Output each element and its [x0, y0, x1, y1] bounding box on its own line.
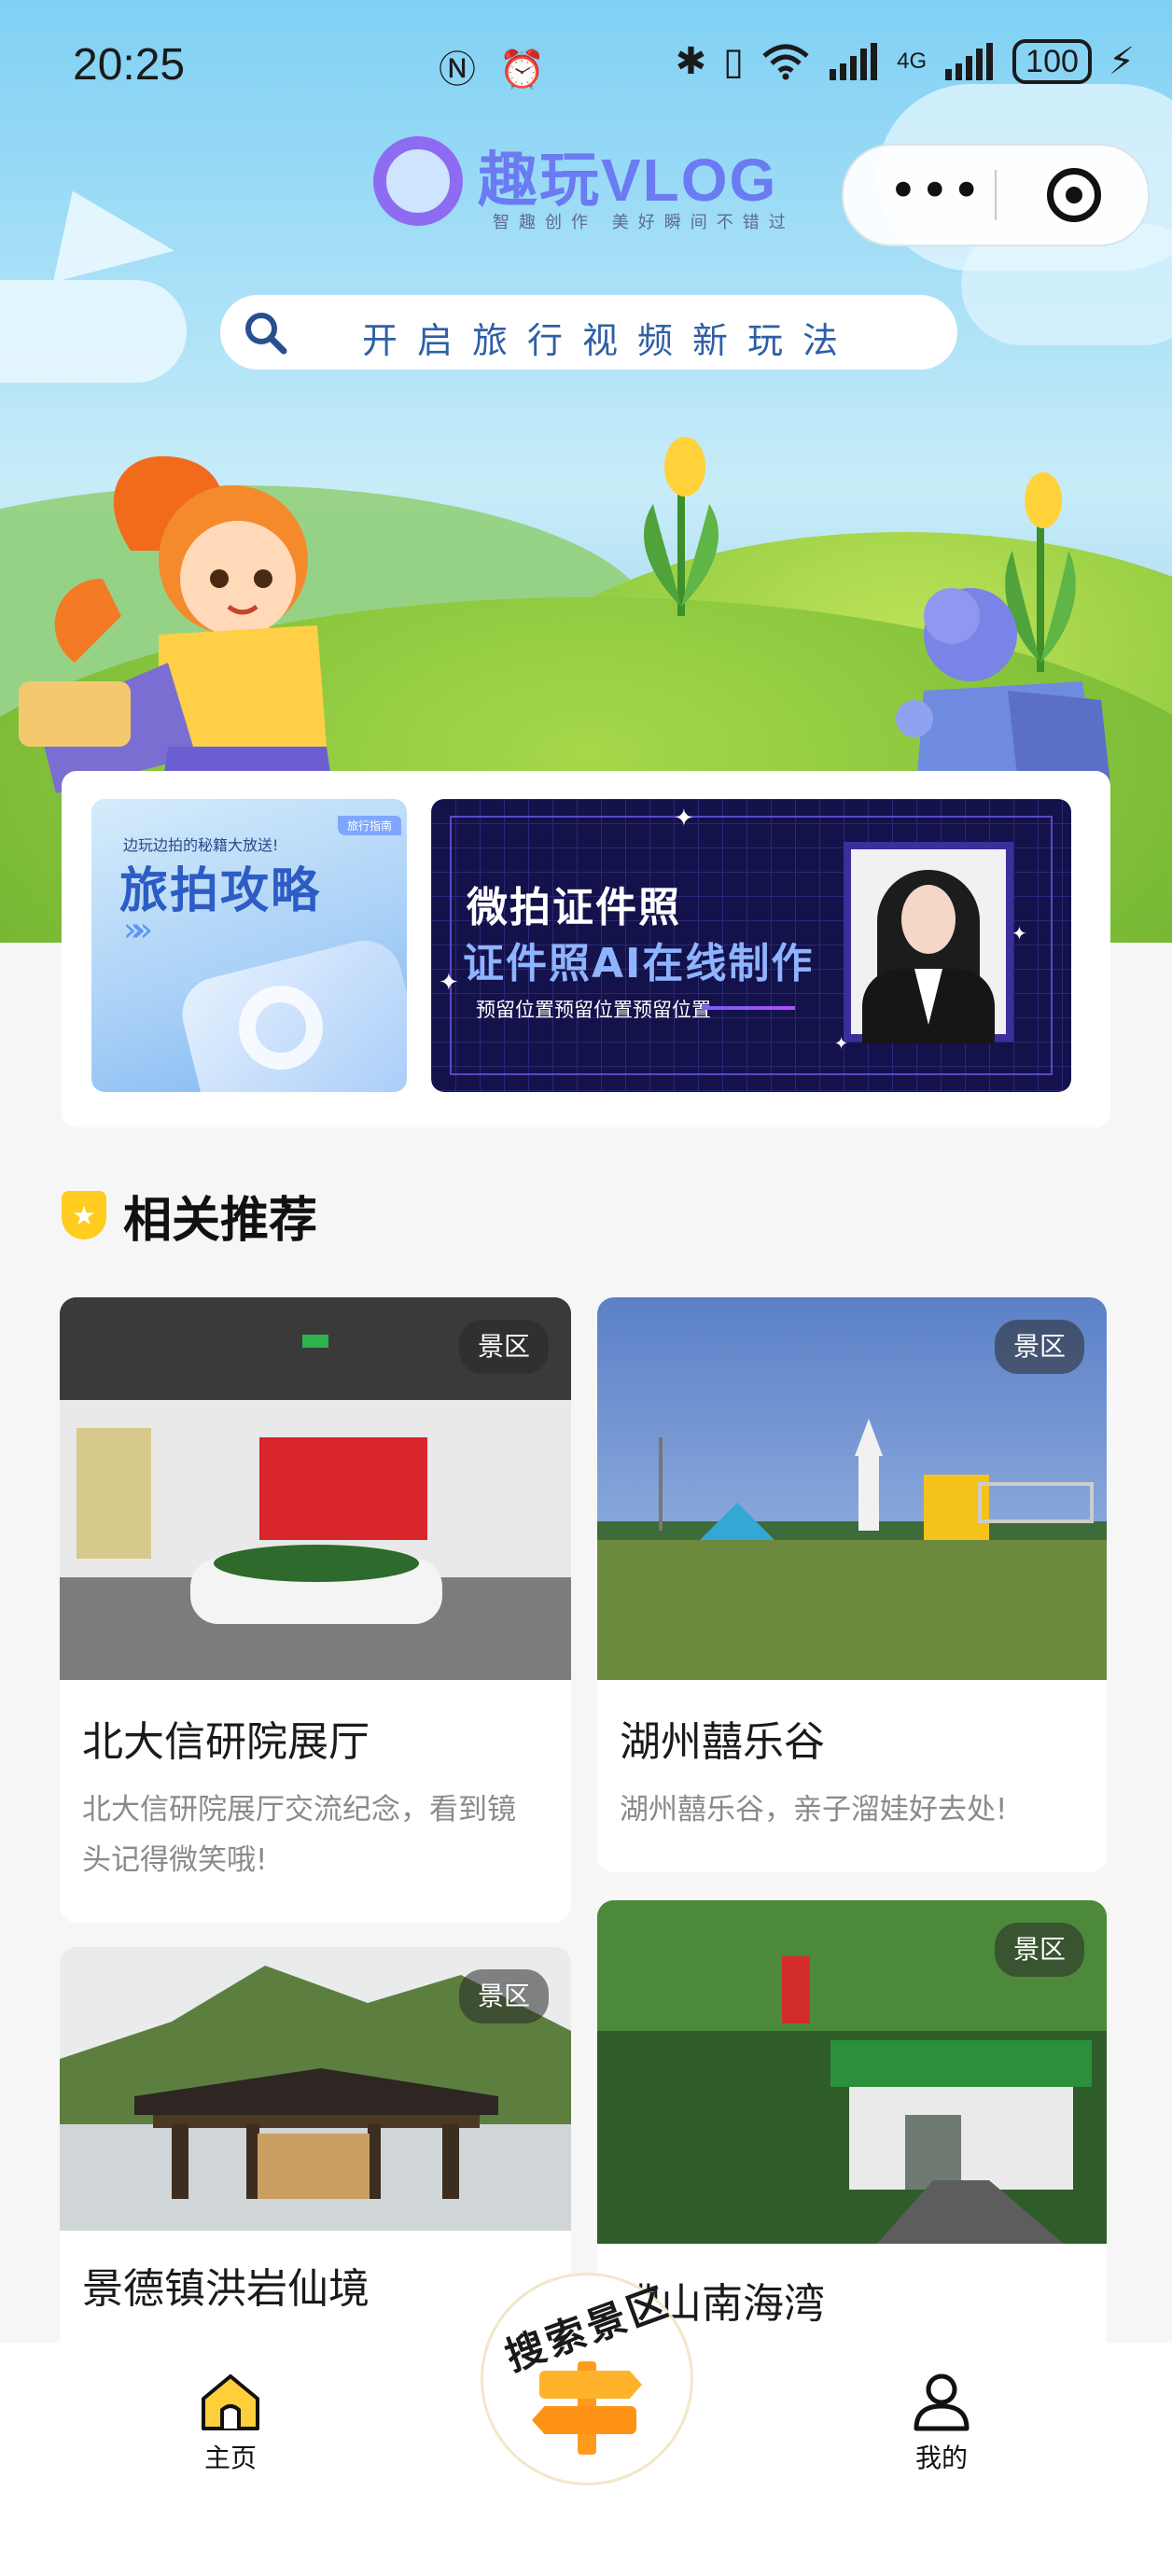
- app-logo: 趣玩VLOG 智趣创作 美好瞬间不错过: [373, 131, 802, 233]
- banner-subtitle: 预留位置预留位置预留位置: [476, 999, 711, 1021]
- section-title: 相关推荐: [123, 1192, 318, 1249]
- signal-icon: [830, 43, 878, 80]
- signal-icon-2: [945, 43, 994, 80]
- item-title: 北大信研院展厅: [82, 1718, 370, 1766]
- nfc-icon: Ⓝ: [439, 49, 481, 91]
- status-right: ✱ ▯ 4G 100 ⚡: [676, 39, 1135, 84]
- flower-illustration: [644, 437, 719, 616]
- status-time: 20:25: [73, 40, 186, 90]
- sparkle-icon: ✦: [1012, 922, 1027, 945]
- portrait-face: [901, 885, 956, 954]
- signpost-arrow-icon: [532, 2406, 636, 2434]
- id-photo-banner[interactable]: ✦ ✦ ✦ ✦ 微拍证件照 证件照AI在线制作 预留位置预留位置预留位置: [431, 799, 1071, 1092]
- signpost-arrow-icon: [539, 2371, 642, 2399]
- close-miniprogram-button[interactable]: [1047, 168, 1101, 222]
- home-icon: [202, 2374, 259, 2430]
- category-badge: 景区: [458, 1320, 549, 1374]
- search-placeholder: 开启旅行视频新玩法: [362, 320, 858, 361]
- banner-accent-bar: [702, 1006, 795, 1010]
- category-badge: 景区: [994, 1320, 1084, 1374]
- item-description: 湖州囍乐谷，亲子溜娃好去处!: [620, 1793, 1008, 1827]
- nfc-alarm-icons: Ⓝ ⏰: [439, 39, 551, 93]
- status-bar: 20:25 Ⓝ ⏰ ✱ ▯ 4G 100 ⚡: [0, 0, 1172, 131]
- capsule-divider: [995, 170, 997, 220]
- list-item[interactable]: 景区 景德镇洪岩仙境: [60, 1947, 571, 2358]
- list-item[interactable]: 景区 湖州囍乐谷 湖州囍乐谷，亲子溜娃好去处!: [597, 1297, 1107, 1872]
- vibrate-icon: ▯: [723, 40, 745, 83]
- item-title: 湖州囍乐谷: [620, 1718, 825, 1766]
- battery-indicator: 100: [1012, 39, 1092, 84]
- banner-headline: 证件照AI在线制作: [463, 940, 815, 987]
- sparkle-icon: ✦: [439, 969, 459, 997]
- logo-mark-icon: [373, 136, 463, 226]
- category-badge: 景区: [994, 1923, 1084, 1977]
- item-title: 景德镇洪岩仙境: [82, 2265, 370, 2313]
- tab-mine[interactable]: 我的: [872, 2371, 1012, 2475]
- search-bar[interactable]: 开启旅行视频新玩法: [220, 295, 957, 370]
- bluetooth-icon: ✱: [675, 40, 707, 83]
- chevron-right-icon: »»: [123, 911, 153, 949]
- logo-title: 趣玩VLOG: [478, 147, 778, 214]
- miniprogram-capsule: •••: [842, 144, 1150, 246]
- tab-home-label: 主页: [203, 2443, 257, 2473]
- star-badge-icon: ★: [62, 1191, 106, 1239]
- sparkle-icon: ✦: [674, 805, 694, 833]
- tab-mine-label: 我的: [914, 2443, 968, 2473]
- alarm-icon: ⏰: [498, 49, 551, 91]
- banner-tag: 旅行指南: [337, 816, 401, 835]
- charging-icon: ⚡: [1108, 40, 1135, 83]
- section-header: ★ 相关推荐: [62, 1185, 317, 1249]
- wifi-icon: [762, 44, 809, 80]
- user-icon: [914, 2373, 970, 2431]
- item-description: 北大信研院展厅交流纪念，看到镜头记得微笑哦!: [82, 1793, 516, 1877]
- network-type: 4G: [897, 49, 928, 74]
- more-menu-button[interactable]: •••: [888, 166, 984, 217]
- banner-title: 旅拍攻略: [119, 863, 322, 919]
- search-scenic-button[interactable]: 搜索景区: [483, 2275, 691, 2483]
- tab-home[interactable]: 主页: [160, 2371, 300, 2475]
- banner-title: 微拍证件照: [467, 884, 681, 931]
- travel-guide-banner[interactable]: 旅行指南 边玩边拍的秘籍大放送! 旅拍攻略 »»: [91, 799, 407, 1092]
- category-badge: 景区: [458, 1969, 549, 2023]
- list-item[interactable]: 景区 北大信研院展厅 北大信研院展厅交流纪念，看到镜头记得微笑哦!: [60, 1297, 571, 1923]
- search-icon: [245, 313, 287, 355]
- logo-subtitle: 智趣创作 美好瞬间不错过: [493, 213, 795, 232]
- camera-lens-icon: [239, 986, 323, 1070]
